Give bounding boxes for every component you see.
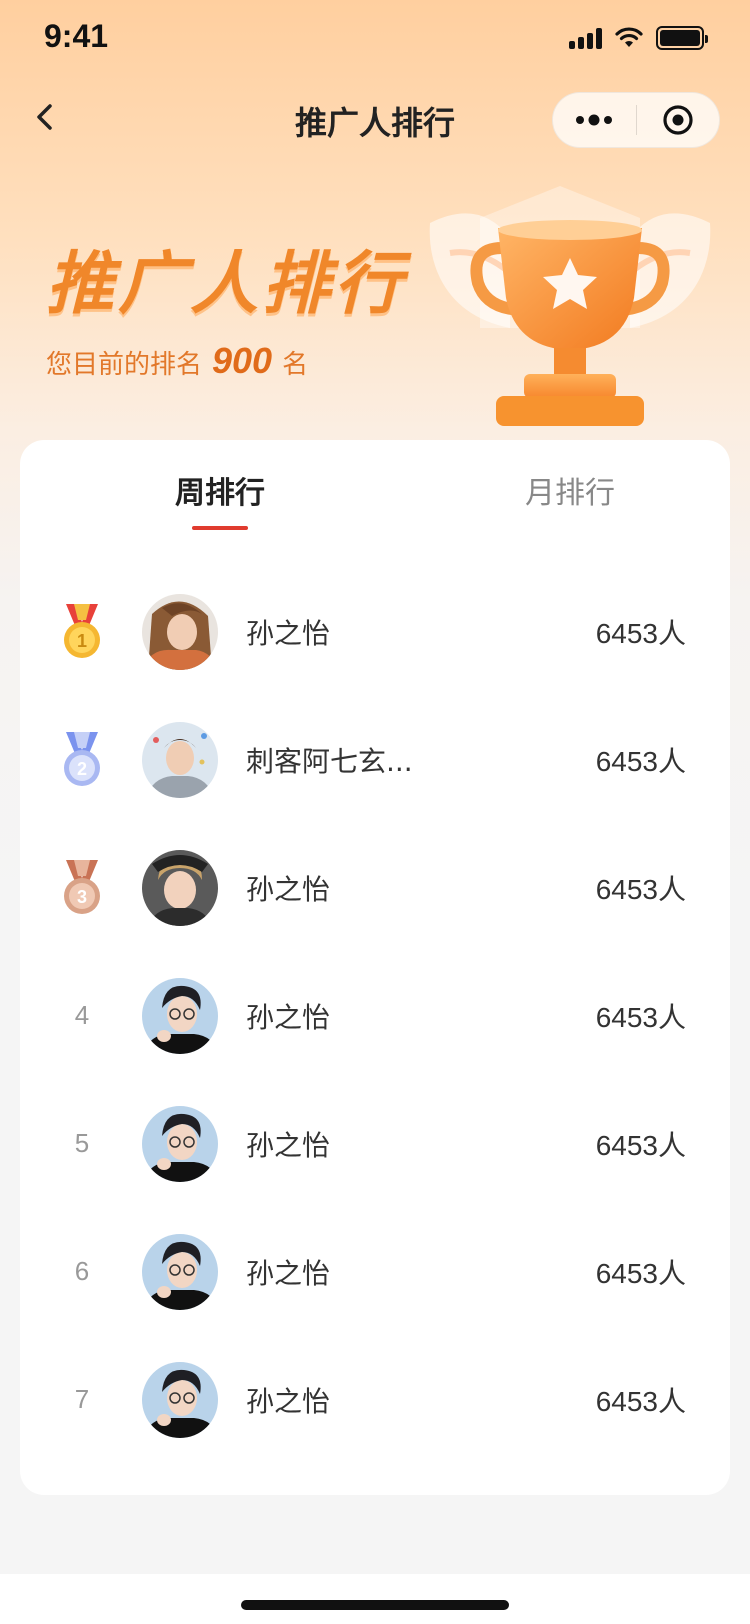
tab-monthly[interactable]: 月排行 xyxy=(470,468,670,512)
silver-medal-icon: 2 xyxy=(64,732,100,786)
bottom-safe-area xyxy=(0,1574,750,1624)
list-item[interactable]: 4 孙之怡 6453人 xyxy=(20,952,730,1080)
rank-suffix: 名 xyxy=(282,350,309,380)
rank-cell: 1 xyxy=(52,594,112,668)
user-name: 孙之怡 xyxy=(246,1385,331,1418)
avatar xyxy=(142,722,218,798)
user-avatar-image xyxy=(142,1106,218,1182)
more-dots-icon xyxy=(576,114,613,126)
list-item[interactable]: 1 孙之怡 6453人 xyxy=(20,568,730,696)
avatar xyxy=(142,1362,218,1438)
invite-count: 6453人 xyxy=(595,874,686,905)
rank-cell: 5 xyxy=(52,1106,112,1180)
rank-cell: 6 xyxy=(52,1234,112,1308)
more-button[interactable] xyxy=(553,93,636,147)
ranking-card: 周排行 月排行 1 孙之怡 6453人 2 刺客阿七玄... 6453人 3 孙… xyxy=(20,440,730,1495)
avatar xyxy=(142,978,218,1054)
user-name: 刺客阿七玄... xyxy=(246,745,413,778)
user-avatar-image xyxy=(142,850,218,926)
user-name: 孙之怡 xyxy=(246,1001,331,1034)
rank-cell: 4 xyxy=(52,978,112,1052)
ranking-list: 1 孙之怡 6453人 2 刺客阿七玄... 6453人 3 孙之怡 6453人… xyxy=(20,568,730,1464)
mini-program-capsule xyxy=(552,92,720,148)
medal-number: 2 xyxy=(77,759,87,779)
invite-count: 6453人 xyxy=(595,1002,686,1033)
rank-cell: 2 xyxy=(52,722,112,796)
list-item[interactable]: 6 孙之怡 6453人 xyxy=(20,1208,730,1336)
rank-cell: 3 xyxy=(52,850,112,924)
user-avatar-image xyxy=(142,978,218,1054)
user-avatar-image xyxy=(142,1234,218,1310)
invite-count: 6453人 xyxy=(595,1258,686,1289)
home-indicator[interactable] xyxy=(241,1600,509,1610)
list-item[interactable]: 5 孙之怡 6453人 xyxy=(20,1080,730,1208)
rank-cell: 7 xyxy=(52,1362,112,1436)
avatar xyxy=(142,850,218,926)
status-time: 9:41 xyxy=(44,18,109,54)
wifi-icon xyxy=(615,27,643,47)
active-tab-indicator xyxy=(192,526,248,530)
list-item[interactable]: 2 刺客阿七玄... 6453人 xyxy=(20,696,730,824)
rank-value: 900 xyxy=(212,340,273,381)
rank-tabs: 周排行 月排行 xyxy=(20,468,730,538)
battery-icon xyxy=(656,26,708,50)
cellular-signal-icon xyxy=(569,27,602,49)
medal-number: 1 xyxy=(77,631,87,651)
user-avatar-image xyxy=(142,594,218,670)
tab-weekly[interactable]: 周排行 xyxy=(120,468,320,512)
close-miniprogram-button[interactable] xyxy=(637,93,720,147)
invite-count: 6453人 xyxy=(595,1130,686,1161)
nav-bar: 推广人排行 xyxy=(0,88,750,148)
rank-prefix: 您目前的排名 xyxy=(46,350,203,380)
list-item[interactable]: 3 孙之怡 6453人 xyxy=(20,824,730,952)
rank-number: 7 xyxy=(74,1383,90,1414)
avatar xyxy=(142,1234,218,1310)
rank-number: 4 xyxy=(74,999,90,1030)
bronze-medal-icon: 3 xyxy=(64,860,100,914)
rank-number: 5 xyxy=(74,1127,90,1158)
invite-count: 6453人 xyxy=(595,618,686,649)
status-icons xyxy=(569,26,708,50)
medal-number: 3 xyxy=(77,887,87,907)
user-avatar-image xyxy=(142,1362,218,1438)
hero-title: 推广人排行 xyxy=(46,245,407,324)
user-name: 孙之怡 xyxy=(246,873,331,906)
user-name: 孙之怡 xyxy=(246,1129,331,1162)
target-close-icon xyxy=(663,105,693,135)
invite-count: 6453人 xyxy=(595,746,686,777)
avatar xyxy=(142,594,218,670)
avatar xyxy=(142,1106,218,1182)
list-item[interactable]: 7 孙之怡 6453人 xyxy=(20,1336,730,1464)
user-avatar-image xyxy=(142,722,218,798)
status-bar: 9:41 xyxy=(0,0,750,80)
my-rank: 您目前的排名 900 名 xyxy=(46,340,308,382)
user-name: 孙之怡 xyxy=(246,617,331,650)
invite-count: 6453人 xyxy=(595,1386,686,1417)
trophy-icon xyxy=(429,186,711,426)
gold-medal-icon: 1 xyxy=(64,604,100,658)
user-name: 孙之怡 xyxy=(246,1257,331,1290)
rank-number: 6 xyxy=(74,1255,90,1286)
